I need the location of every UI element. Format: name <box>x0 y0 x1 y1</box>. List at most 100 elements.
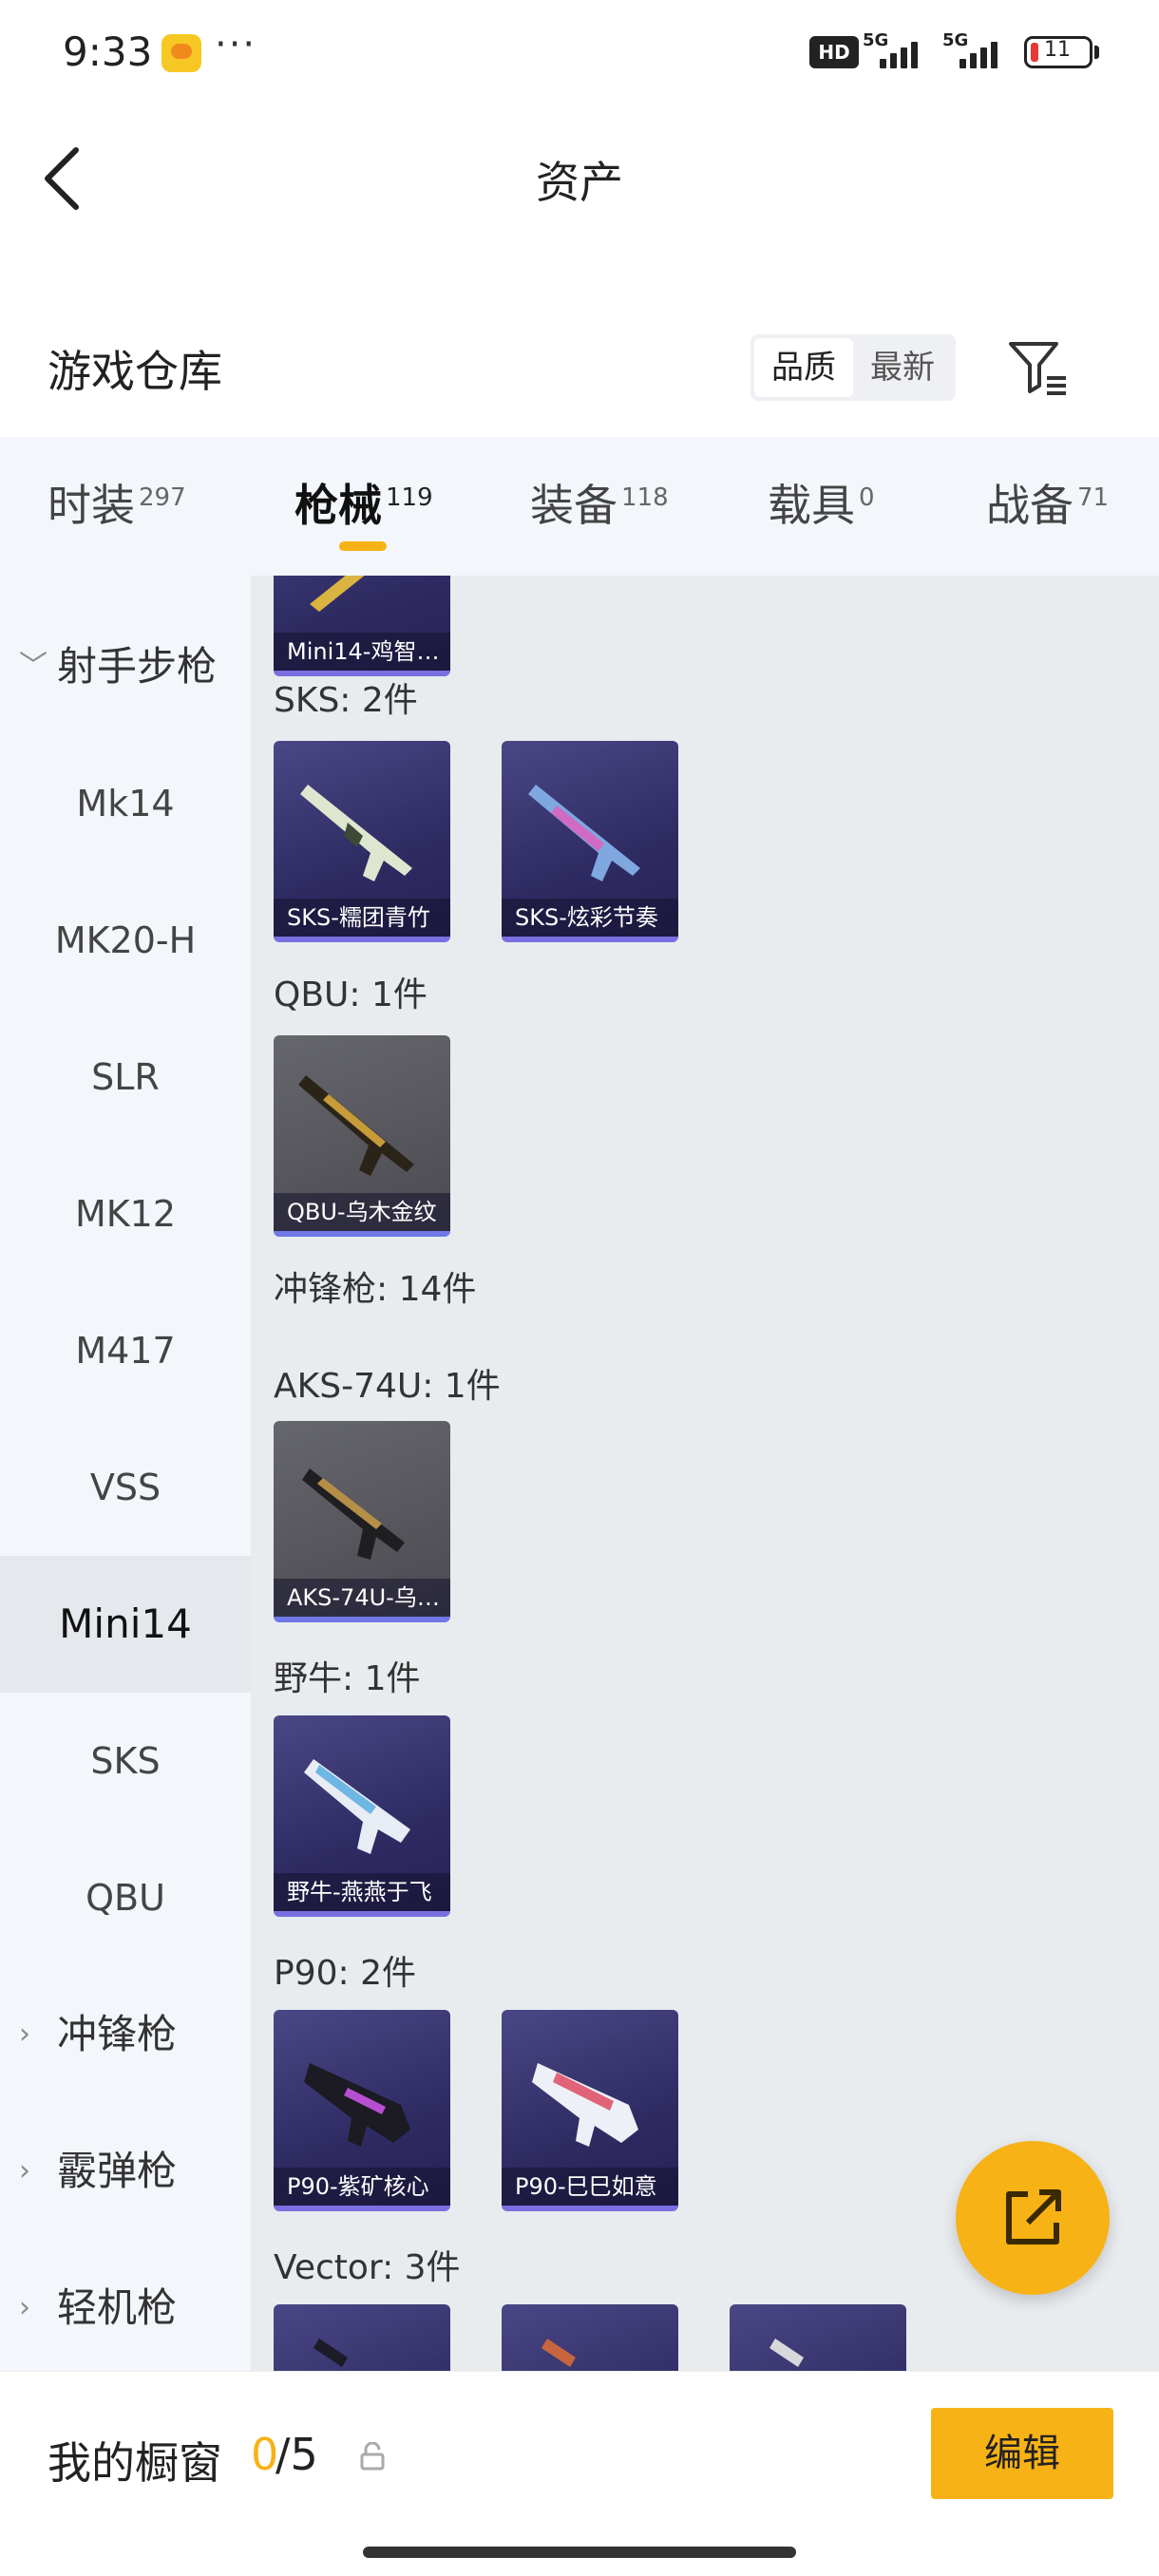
home-indicator[interactable] <box>363 2547 796 2558</box>
sidebar-item-mini14[interactable]: Mini14 <box>0 1556 251 1693</box>
rifle-icon <box>300 785 412 881</box>
sidebar-group-label: 轻机枪 <box>57 2284 178 2331</box>
weapon-group-header: 冲锋枪: 14件 <box>274 1270 477 1309</box>
smg-icon <box>302 1468 405 1560</box>
smg-icon <box>314 2339 348 2367</box>
sidebar-group-lmg[interactable]: › 轻机枪 <box>0 2240 251 2371</box>
weapon-skin-card[interactable]: QBU-乌木金纹 <box>274 1035 450 1237</box>
weapon-type-sidebar: ﹀ 射手步枪 Mk14 MK20-H SLR MK12 M417 VSS Min… <box>0 576 251 2371</box>
weapon-skin-card[interactable] <box>274 2304 450 2371</box>
battery-level: 11 <box>1044 38 1071 62</box>
weapon-skin-card[interactable]: AKS-74U-乌… <box>274 1421 450 1622</box>
sidebar-group-shotgun[interactable]: › 霰弹枪 <box>0 2103 251 2240</box>
status-bar: 9:33 ··· HD 5G 5G 11 <box>0 0 1159 104</box>
tab-count: 71 <box>1077 483 1110 512</box>
edit-button[interactable]: 编辑 <box>931 2408 1113 2499</box>
tab-count: 0 <box>859 483 875 512</box>
rifle-icon <box>310 576 365 612</box>
lock-icon <box>360 2442 385 2471</box>
signal-icon: 5G <box>863 30 929 72</box>
sidebar-item-m417[interactable]: M417 <box>0 1282 251 1419</box>
tab-firearms[interactable]: 枪械 119 <box>294 471 433 534</box>
share-button[interactable] <box>956 2141 1110 2295</box>
sidebar-group-label: 冲锋枪 <box>57 2011 178 2057</box>
sidebar-item-mk12[interactable]: MK12 <box>0 1146 251 1282</box>
sidebar-item-mk20-h[interactable]: MK20-H <box>0 872 251 1009</box>
warehouse-title: 游戏仓库 <box>48 346 222 397</box>
weapon-skin-name: SKS-炫彩节奏 <box>502 899 678 937</box>
smg-icon <box>532 2063 638 2147</box>
status-time: 9:33 <box>63 28 153 75</box>
showcase-count-total: /5 <box>276 2429 318 2480</box>
weapon-skin-card[interactable]: P90-紫矿核心 <box>274 2010 450 2211</box>
sidebar-item-mk14[interactable]: Mk14 <box>0 735 251 872</box>
smg-icon <box>542 2339 576 2367</box>
tab-costume[interactable]: 时装 297 <box>48 471 186 534</box>
bottom-bar: 我的橱窗 0 /5 编辑 <box>0 2371 1159 2576</box>
weapon-skin-card[interactable]: SKS-糯团青竹 <box>274 741 450 942</box>
signal-type-label: 5G <box>942 30 969 50</box>
sort-toggle: 品质 最新 <box>750 334 956 401</box>
weapon-skin-name: Mini14-鸡智… <box>274 633 450 671</box>
hd-voice-icon: HD <box>809 36 859 68</box>
sidebar-group-label: 射手步枪 <box>57 643 218 690</box>
tab-count: 118 <box>621 483 669 512</box>
weapon-skin-name: QBU-乌木金纹 <box>274 1193 450 1231</box>
tab-label: 枪械 <box>294 480 382 531</box>
weapon-skin-name: P90-紫矿核心 <box>274 2168 450 2206</box>
tab-equipment[interactable]: 装备 118 <box>530 471 669 534</box>
weapon-skin-card[interactable]: Mini14-鸡智… <box>274 576 450 676</box>
weapon-skin-name: SKS-糯团青竹 <box>274 899 450 937</box>
sidebar-group-dmr[interactable]: ﹀ 射手步枪 <box>0 598 251 735</box>
filter-icon <box>1009 342 1066 395</box>
weapon-group-header: SKS: 2件 <box>274 681 418 720</box>
more-notifications-icon: ··· <box>215 23 257 66</box>
signal-icon: 5G <box>942 30 1009 72</box>
weapon-list: Mini14-鸡智… SKS: 2件 SKS-糯团青竹 SKS-炫彩节奏 QBU… <box>251 576 1159 2371</box>
sort-by-quality-button[interactable]: 品质 <box>754 338 853 397</box>
sidebar-item-sks[interactable]: SKS <box>0 1693 251 1829</box>
showcase-count-current: 0 <box>251 2429 279 2480</box>
chevron-right-icon: › <box>19 2291 30 2324</box>
rifle-icon <box>528 785 640 881</box>
weapon-skin-card[interactable] <box>502 2304 678 2371</box>
weapon-group-header: Vector: 3件 <box>274 2248 461 2287</box>
filter-button[interactable] <box>1005 336 1072 399</box>
active-tab-indicator <box>339 541 387 551</box>
weapon-group-header: AKS-74U: 1件 <box>274 1367 501 1406</box>
showcase-label: 我的橱窗 <box>48 2437 222 2489</box>
weapon-group-header: P90: 2件 <box>274 1954 416 1993</box>
tab-vehicles[interactable]: 载具 0 <box>768 471 875 534</box>
chevron-right-icon: › <box>19 2017 30 2051</box>
sidebar-item-slr[interactable]: SLR <box>0 1009 251 1146</box>
tab-supplies[interactable]: 战备 71 <box>986 471 1109 534</box>
share-external-icon <box>1006 2189 1061 2245</box>
weapon-skin-name: AKS-74U-乌… <box>274 1579 450 1617</box>
sidebar-item-qbu[interactable]: QBU <box>0 1829 251 1966</box>
tab-label: 战备 <box>986 480 1074 531</box>
weapon-skin-name: P90-巳巳如意 <box>502 2168 678 2206</box>
sidebar-group-smg[interactable]: › 冲锋枪 <box>0 1966 251 2103</box>
sort-by-newest-button[interactable]: 最新 <box>853 338 952 397</box>
weapon-skin-card[interactable]: P90-巳巳如意 <box>502 2010 678 2211</box>
tab-label: 载具 <box>768 480 855 531</box>
sidebar-group-label: 霰弹枪 <box>57 2148 178 2194</box>
tab-label: 装备 <box>530 480 618 531</box>
chevron-right-icon: › <box>19 2154 30 2188</box>
tab-count: 119 <box>386 483 433 512</box>
notification-app-icon <box>162 34 201 72</box>
weapon-group-header: QBU: 1件 <box>274 975 428 1014</box>
sidebar-item-vss[interactable]: VSS <box>0 1419 251 1556</box>
smg-icon <box>304 2063 410 2147</box>
tab-count: 297 <box>139 483 186 512</box>
battery-icon: 11 <box>1024 36 1092 68</box>
tab-label: 时装 <box>48 480 135 531</box>
rifle-icon <box>298 1075 414 1176</box>
weapon-skin-card[interactable]: SKS-炫彩节奏 <box>502 741 678 942</box>
weapon-skin-card[interactable] <box>730 2304 906 2371</box>
weapon-skin-card[interactable]: 野牛-燕燕于飞 <box>274 1715 450 1917</box>
smg-icon <box>770 2339 804 2367</box>
weapon-group-header: 野牛: 1件 <box>274 1659 421 1698</box>
chevron-down-icon: ﹀ <box>19 650 48 683</box>
weapon-skin-name: 野牛-燕燕于飞 <box>274 1873 450 1911</box>
